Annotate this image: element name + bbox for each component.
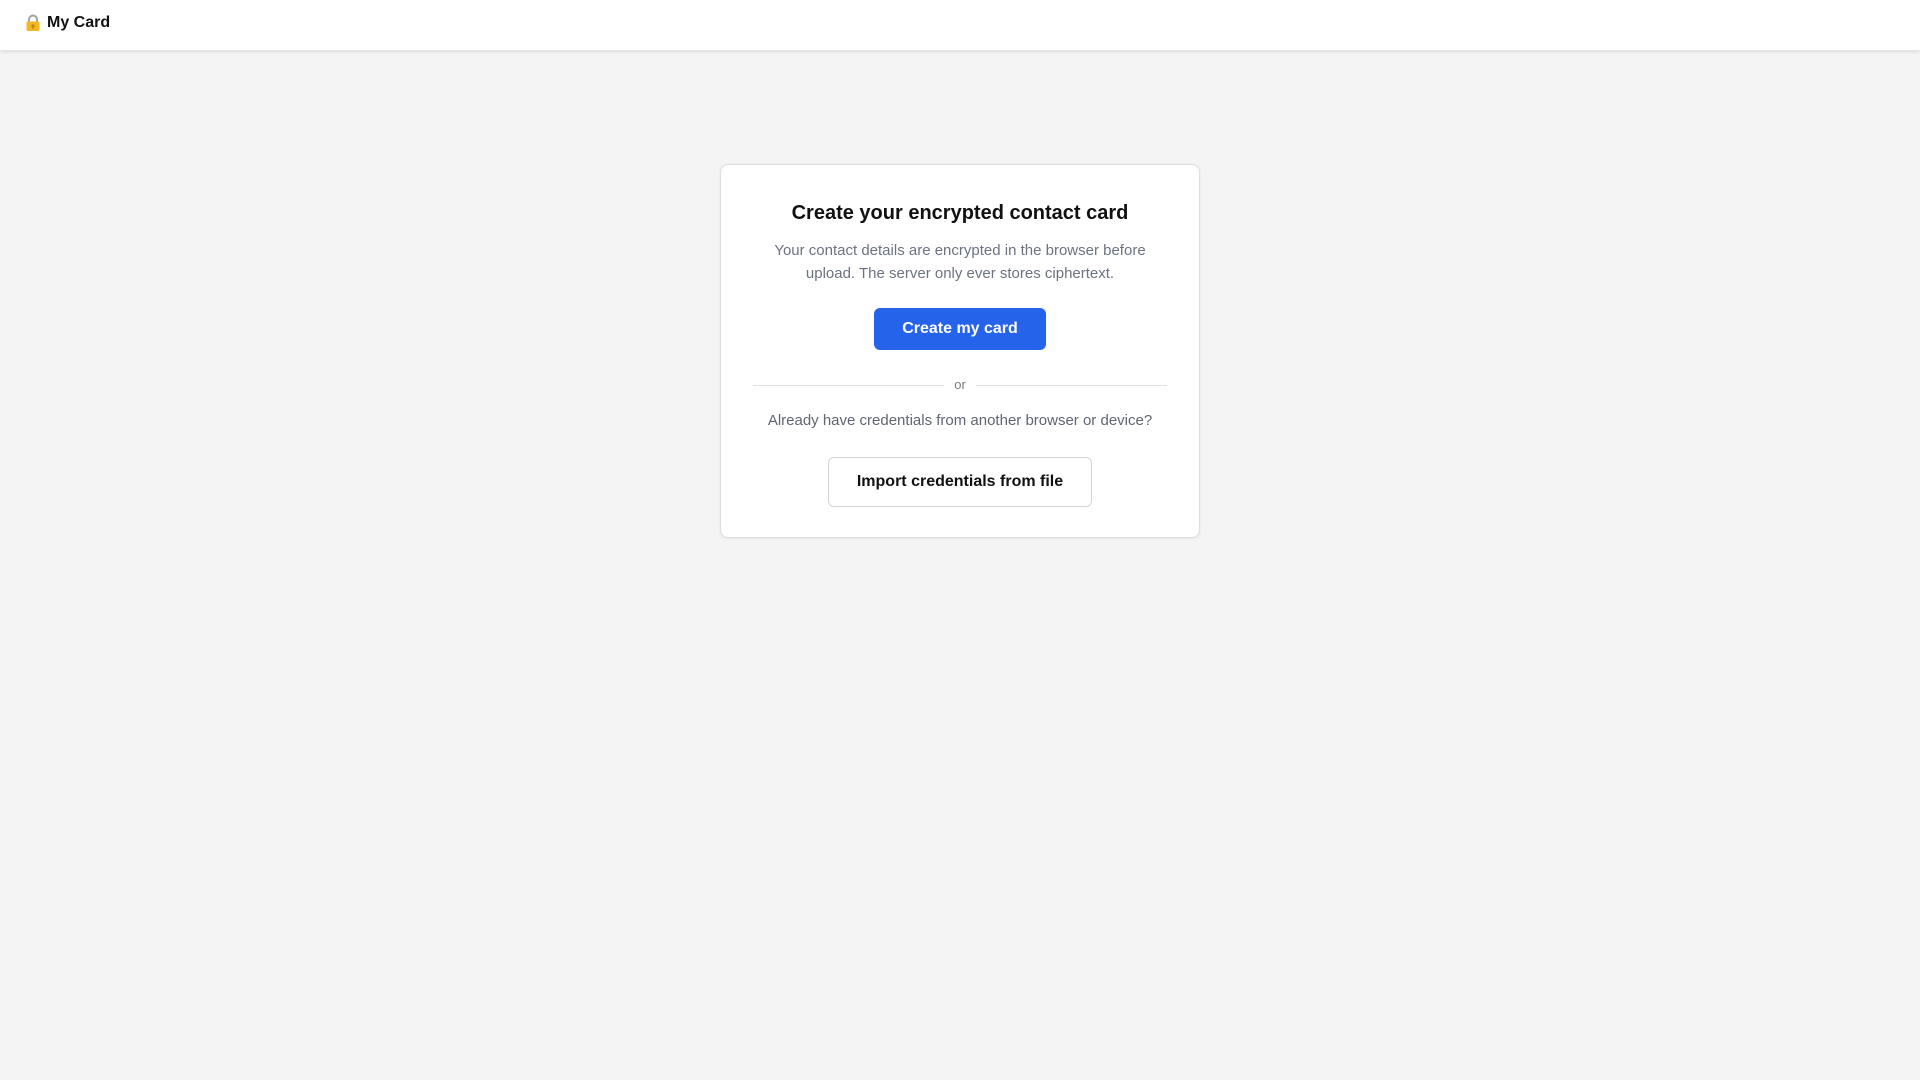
import-credentials-button[interactable]: Import credentials from file [828,457,1092,507]
create-card-button[interactable]: Create my card [874,308,1046,350]
app-title: My Card [47,14,111,31]
create-card-panel: Create your encrypted contact card Your … [720,164,1200,538]
divider-label: or [954,377,966,392]
divider-line-right [975,384,1167,386]
top-bar: My Card [0,0,1920,51]
card-description: Your contact details are encrypted in th… [774,242,1146,282]
card-title: Create your encrypted contact card [791,202,1129,224]
divider-line-left [753,384,945,386]
lock-with-key-icon [24,14,42,32]
import-prompt: Already have credentials from another br… [767,412,1153,429]
or-divider: or [753,375,1167,395]
app-brand[interactable]: My Card [24,14,110,32]
